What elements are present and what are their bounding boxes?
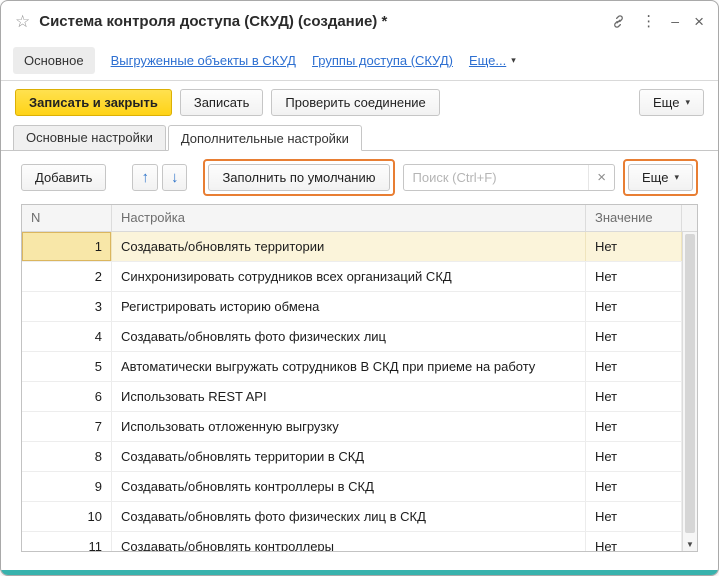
cell-setting[interactable]: Создавать/обновлять фото физических лиц … <box>112 502 586 531</box>
cell-setting[interactable]: Создавать/обновлять территории <box>112 232 586 261</box>
column-header-setting[interactable]: Настройка <box>112 205 586 231</box>
favorite-star-icon[interactable]: ☆ <box>15 13 30 30</box>
tab-additional-settings[interactable]: Дополнительные настройки <box>168 125 362 151</box>
search-input[interactable] <box>404 170 589 185</box>
table-row[interactable]: 10Создавать/обновлять фото физических ли… <box>22 502 682 532</box>
table-row[interactable]: 11Создавать/обновлять контроллерыНет <box>22 532 682 552</box>
tab-strip: Основные настройки Дополнительные настро… <box>1 125 718 151</box>
search-box: × <box>403 164 616 191</box>
column-header-n[interactable]: N <box>22 205 112 231</box>
table-row[interactable]: 7Использовать отложенную выгрузкуНет <box>22 412 682 442</box>
kebab-menu-icon[interactable]: ⋮ <box>641 14 656 29</box>
more-button[interactable]: Еще ▾ <box>639 89 704 116</box>
cell-value[interactable]: Нет <box>586 352 682 381</box>
more-button-label: Еще <box>653 95 679 110</box>
move-down-button[interactable]: ↓ <box>162 164 188 191</box>
scrollbar-thumb[interactable] <box>685 234 695 533</box>
down-arrow-icon: ↓ <box>171 170 179 185</box>
table-row[interactable]: 4Создавать/обновлять фото физических лиц… <box>22 322 682 352</box>
table-row[interactable]: 6Использовать REST APIНет <box>22 382 682 412</box>
cell-setting[interactable]: Создавать/обновлять контроллеры в СКД <box>112 472 586 501</box>
vertical-scrollbar[interactable]: ▼ <box>682 232 697 551</box>
fill-default-button[interactable]: Заполнить по умолчанию <box>208 164 389 191</box>
move-up-button[interactable]: ↑ <box>132 164 158 191</box>
cell-value[interactable]: Нет <box>586 502 682 531</box>
cell-setting[interactable]: Регистрировать историю обмена <box>112 292 586 321</box>
table-row[interactable]: 1Создавать/обновлять территорииНет <box>22 232 682 262</box>
bottom-accent-bar <box>1 570 718 575</box>
nav-more-label: Еще... <box>469 53 506 68</box>
table-row[interactable]: 2Синхронизировать сотрудников всех орган… <box>22 262 682 292</box>
table-row[interactable]: 8Создавать/обновлять территории в СКДНет <box>22 442 682 472</box>
chevron-down-icon: ▾ <box>674 173 679 182</box>
cell-value[interactable]: Нет <box>586 232 682 261</box>
cell-value[interactable]: Нет <box>586 442 682 471</box>
cell-row-number[interactable]: 11 <box>22 532 112 552</box>
list-more-button[interactable]: Еще ▾ <box>628 164 693 191</box>
cell-value[interactable]: Нет <box>586 532 682 552</box>
title-actions: ⋮ – × <box>611 13 704 30</box>
app-window: ☆ Система контроля доступа (СКУД) (созда… <box>0 0 719 576</box>
minimize-icon[interactable]: – <box>671 14 679 28</box>
fill-default-highlight: Заполнить по умолчанию <box>203 159 394 196</box>
cell-value[interactable]: Нет <box>586 412 682 441</box>
table-body: 1Создавать/обновлять территорииНет2Синхр… <box>22 232 682 552</box>
list-more-label: Еще <box>642 170 668 185</box>
cell-row-number[interactable]: 6 <box>22 382 112 411</box>
cell-value[interactable]: Нет <box>586 382 682 411</box>
settings-table: N Настройка Значение 1Создавать/обновлят… <box>21 204 698 552</box>
save-button[interactable]: Записать <box>180 89 264 116</box>
cell-row-number[interactable]: 2 <box>22 262 112 291</box>
check-connection-button[interactable]: Проверить соединение <box>271 89 439 116</box>
cell-setting[interactable]: Синхронизировать сотрудников всех органи… <box>112 262 586 291</box>
chevron-down-icon: ▾ <box>511 56 516 65</box>
nav-item-main[interactable]: Основное <box>13 47 95 74</box>
cell-row-number[interactable]: 5 <box>22 352 112 381</box>
cell-row-number[interactable]: 8 <box>22 442 112 471</box>
up-arrow-icon: ↑ <box>141 170 149 185</box>
table-row[interactable]: 9Создавать/обновлять контроллеры в СКДНе… <box>22 472 682 502</box>
cell-setting[interactable]: Использовать отложенную выгрузку <box>112 412 586 441</box>
cell-row-number[interactable]: 7 <box>22 412 112 441</box>
cell-row-number[interactable]: 1 <box>22 232 112 261</box>
add-button[interactable]: Добавить <box>21 164 106 191</box>
table-row[interactable]: 3Регистрировать историю обменаНет <box>22 292 682 322</box>
tab-main-settings[interactable]: Основные настройки <box>13 125 166 150</box>
window-title: Система контроля доступа (СКУД) (создани… <box>39 13 611 30</box>
cell-row-number[interactable]: 10 <box>22 502 112 531</box>
get-link-icon[interactable] <box>611 14 626 29</box>
clear-search-icon[interactable]: × <box>588 165 614 190</box>
table-header: N Настройка Значение <box>22 205 697 232</box>
header-scroll-gap <box>682 205 697 231</box>
cell-value[interactable]: Нет <box>586 262 682 291</box>
close-icon[interactable]: × <box>694 13 704 30</box>
scroll-down-icon[interactable]: ▼ <box>683 540 697 549</box>
nav-bar: Основное Выгруженные объекты в СКУД Груп… <box>1 41 718 81</box>
list-more-highlight: Еще ▾ <box>623 159 698 196</box>
cell-setting[interactable]: Использовать REST API <box>112 382 586 411</box>
cell-row-number[interactable]: 4 <box>22 322 112 351</box>
nav-item-more[interactable]: Еще... ▾ <box>469 53 516 68</box>
save-and-close-button[interactable]: Записать и закрыть <box>15 89 172 116</box>
cell-value[interactable]: Нет <box>586 472 682 501</box>
additional-settings-panel: Добавить ↑ ↓ Заполнить по умолчанию × Ещ… <box>1 151 718 552</box>
cell-setting[interactable]: Создавать/обновлять территории в СКД <box>112 442 586 471</box>
cell-setting[interactable]: Создавать/обновлять контроллеры <box>112 532 586 552</box>
cell-row-number[interactable]: 3 <box>22 292 112 321</box>
cell-value[interactable]: Нет <box>586 322 682 351</box>
cell-setting[interactable]: Автоматически выгружать сотрудников В СК… <box>112 352 586 381</box>
column-header-value[interactable]: Значение <box>586 205 682 231</box>
list-toolbar: Добавить ↑ ↓ Заполнить по умолчанию × Ещ… <box>21 159 698 196</box>
titlebar: ☆ Система контроля доступа (СКУД) (созда… <box>1 1 718 41</box>
nav-item-access-groups[interactable]: Группы доступа (СКУД) <box>312 53 453 68</box>
cell-value[interactable]: Нет <box>586 292 682 321</box>
cell-row-number[interactable]: 9 <box>22 472 112 501</box>
cell-setting[interactable]: Создавать/обновлять фото физических лиц <box>112 322 586 351</box>
command-bar: Записать и закрыть Записать Проверить со… <box>1 81 718 125</box>
chevron-down-icon: ▾ <box>685 98 690 107</box>
nav-item-uploaded-objects[interactable]: Выгруженные объекты в СКУД <box>111 53 296 68</box>
table-row[interactable]: 5Автоматически выгружать сотрудников В С… <box>22 352 682 382</box>
